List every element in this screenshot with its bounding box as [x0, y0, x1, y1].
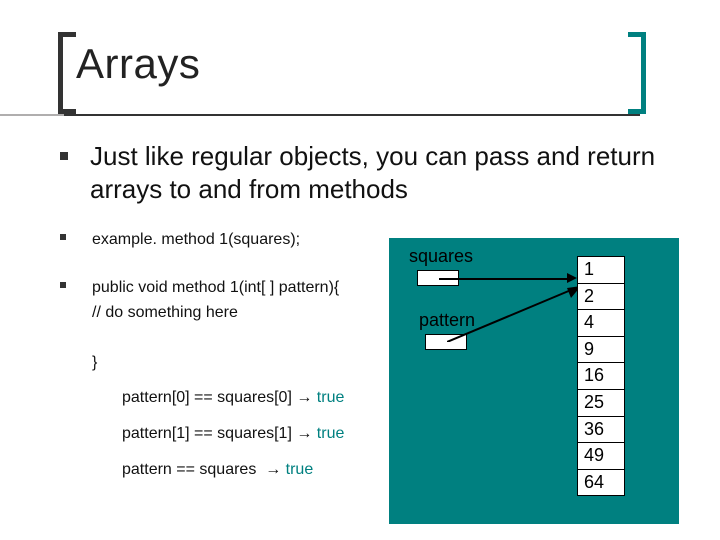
pointer-line-pattern — [447, 286, 581, 342]
bullet-icon — [60, 152, 68, 160]
assert-1: pattern[0] == squares[0] → true — [122, 385, 344, 411]
array-cell: 25 — [578, 390, 624, 417]
diagram-label-squares: squares — [409, 246, 473, 267]
code-comment: // do something here — [92, 300, 344, 326]
assert-2-rhs: true — [317, 425, 345, 442]
arrowhead-icon — [567, 273, 577, 283]
title-bracket-right — [628, 32, 646, 114]
assert-3-lhs: pattern == squares — [122, 461, 256, 478]
main-text: Just like regular objects, you can pass … — [90, 140, 660, 205]
array-cell: 16 — [578, 363, 624, 390]
arrow-icon: → — [265, 461, 281, 478]
arrow-icon: → — [296, 389, 312, 406]
title-underline — [0, 114, 640, 116]
assert-3: pattern == squares → true — [122, 457, 344, 483]
code-close: } — [92, 350, 344, 376]
assert-2: pattern[1] == squares[1] → true — [122, 421, 344, 447]
title-wrap: Arrays — [76, 40, 200, 88]
diagram-panel: squares pattern 1 2 4 9 16 25 36 49 64 — [389, 238, 679, 524]
assert-1-lhs: pattern[0] == squares[0] — [122, 389, 292, 406]
array-cell: 64 — [578, 470, 624, 496]
arrow-icon: → — [296, 425, 312, 442]
assert-1-rhs: true — [317, 389, 345, 406]
pointer-line-squares — [439, 278, 571, 280]
array-cell: 49 — [578, 443, 624, 470]
array-cell: 36 — [578, 417, 624, 444]
bullet-icon — [60, 282, 66, 288]
bullet-icon — [60, 234, 66, 240]
slide-title: Arrays — [76, 40, 200, 88]
code-call: example. method 1(squares); — [92, 227, 300, 253]
array-cell: 1 — [578, 257, 624, 284]
code-block: public void method 1(int[ ] pattern){ //… — [92, 275, 344, 483]
main-bullet-row: Just like regular objects, you can pass … — [60, 140, 660, 205]
code-signature: public void method 1(int[ ] pattern){ — [92, 275, 344, 301]
array-column: 1 2 4 9 16 25 36 49 64 — [577, 256, 625, 496]
array-cell: 9 — [578, 337, 624, 364]
title-bracket-left — [58, 32, 76, 114]
array-cell: 4 — [578, 310, 624, 337]
assert-3-rhs: true — [286, 461, 314, 478]
array-cell: 2 — [578, 284, 624, 311]
assert-2-lhs: pattern[1] == squares[1] — [122, 425, 292, 442]
